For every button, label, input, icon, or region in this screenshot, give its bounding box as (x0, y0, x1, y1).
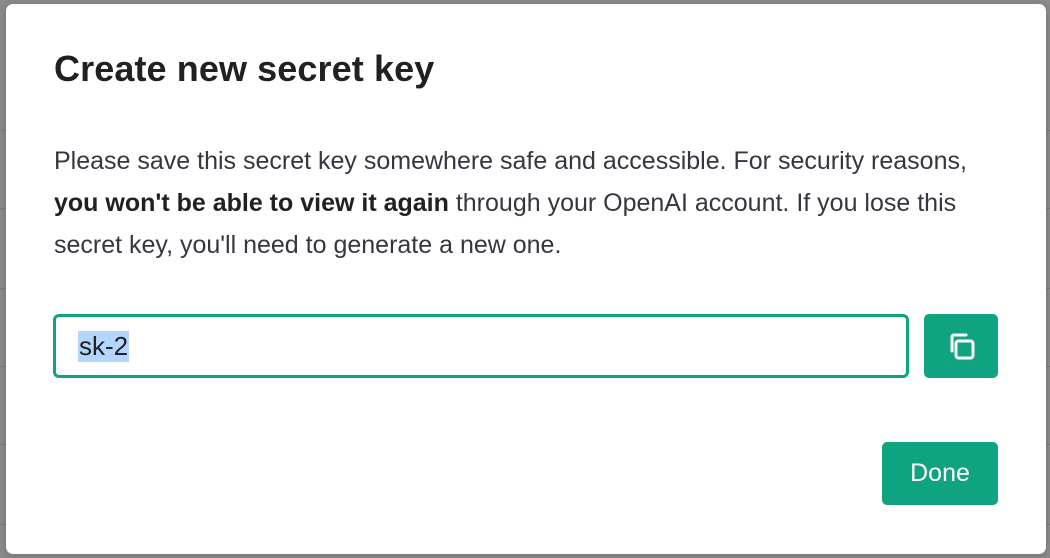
copy-icon (950, 333, 975, 360)
description-text: Please save this secret key somewhere sa… (54, 147, 967, 175)
dialog-title: Create new secret key (54, 48, 435, 89)
secret-key-field[interactable]: sk-2 (53, 314, 909, 378)
dialog-description: Please save this secret key somewhere sa… (54, 140, 1004, 266)
description-emphasis: you won't be able to view it again (54, 189, 449, 217)
copy-button[interactable] (924, 314, 998, 378)
secret-key-dialog: Create new secret key Please save this s… (6, 4, 1046, 554)
secret-key-value[interactable]: sk-2 (78, 330, 130, 362)
done-button[interactable]: Done (882, 442, 998, 505)
